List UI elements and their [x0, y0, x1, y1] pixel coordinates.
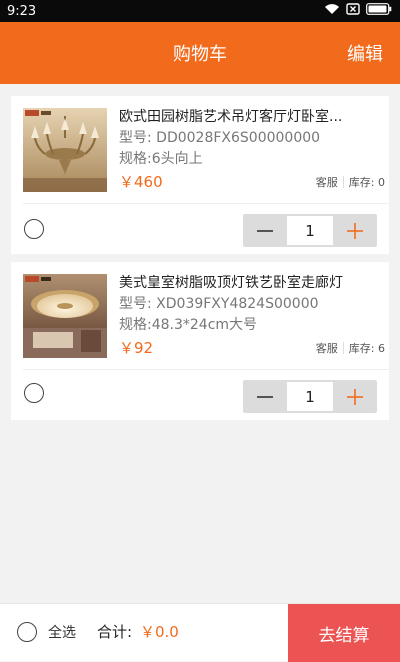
- status-time: 9:23: [7, 3, 37, 19]
- product-spec: 规格:48.3*24cm大号: [119, 317, 258, 333]
- customer-service-link[interactable]: 客服: [316, 340, 338, 356]
- cart-item: 美式皇室树脂吸顶灯铁艺卧室走廊灯 型号: XD039FXY4824S00000 …: [11, 262, 389, 420]
- title-bar: 购物车 编辑: [0, 22, 400, 84]
- divider: [23, 369, 389, 370]
- page-title: 购物车: [173, 44, 227, 65]
- edit-button[interactable]: 编辑: [347, 22, 383, 84]
- plus-icon: [347, 388, 363, 405]
- minus-icon: [257, 395, 273, 398]
- product-image[interactable]: [23, 274, 107, 358]
- product-image[interactable]: [23, 108, 107, 192]
- total-value: ￥0.0: [140, 623, 179, 641]
- item-select-checkbox[interactable]: [24, 219, 44, 239]
- product-spec: 规格:6头向上: [119, 151, 203, 167]
- wifi-icon: [324, 3, 340, 19]
- product-name[interactable]: 美式皇室树脂吸顶灯铁艺卧室走廊灯: [119, 272, 381, 294]
- status-bar: 9:23: [0, 0, 400, 22]
- customer-service-link[interactable]: 客服: [316, 174, 338, 190]
- battery-icon: [366, 3, 392, 19]
- status-icons: [324, 3, 392, 19]
- decrease-quantity-button[interactable]: [243, 380, 287, 413]
- divider: [342, 176, 344, 188]
- checkout-button[interactable]: 去结算: [288, 604, 400, 662]
- select-all-checkbox[interactable]: [17, 622, 37, 642]
- item-aux: 客服 库存: 0: [316, 174, 385, 190]
- plus-icon: [347, 222, 363, 239]
- stock-count: 库存: 0: [348, 176, 385, 189]
- quantity-value[interactable]: 1: [287, 382, 333, 411]
- quantity-stepper: 1: [243, 380, 377, 413]
- item-select-checkbox[interactable]: [24, 383, 44, 403]
- total-label: 合计:: [97, 623, 133, 641]
- product-model: 型号: DD0028FX6S00000000: [119, 130, 321, 146]
- minus-icon: [257, 229, 273, 232]
- item-aux: 客服 库存: 6: [316, 340, 385, 356]
- increase-quantity-button[interactable]: [333, 380, 377, 413]
- cart-item: 欧式田园树脂艺术吊灯客厅灯卧室... 型号: DD0028FX6S0000000…: [11, 96, 389, 254]
- product-model: 型号: XD039FXY4824S00000: [119, 296, 319, 312]
- cart-footer: 全选 合计: ￥0.0 去结算: [0, 603, 400, 662]
- sim-blocked-icon: [346, 3, 360, 19]
- decrease-quantity-button[interactable]: [243, 214, 287, 247]
- product-name[interactable]: 欧式田园树脂艺术吊灯客厅灯卧室...: [119, 106, 381, 128]
- increase-quantity-button[interactable]: [333, 214, 377, 247]
- quantity-value[interactable]: 1: [287, 216, 333, 245]
- quantity-stepper: 1: [243, 214, 377, 247]
- divider: [23, 203, 389, 204]
- select-all-label[interactable]: 全选: [48, 622, 76, 642]
- divider: [342, 342, 344, 354]
- stock-count: 库存: 6: [348, 342, 385, 355]
